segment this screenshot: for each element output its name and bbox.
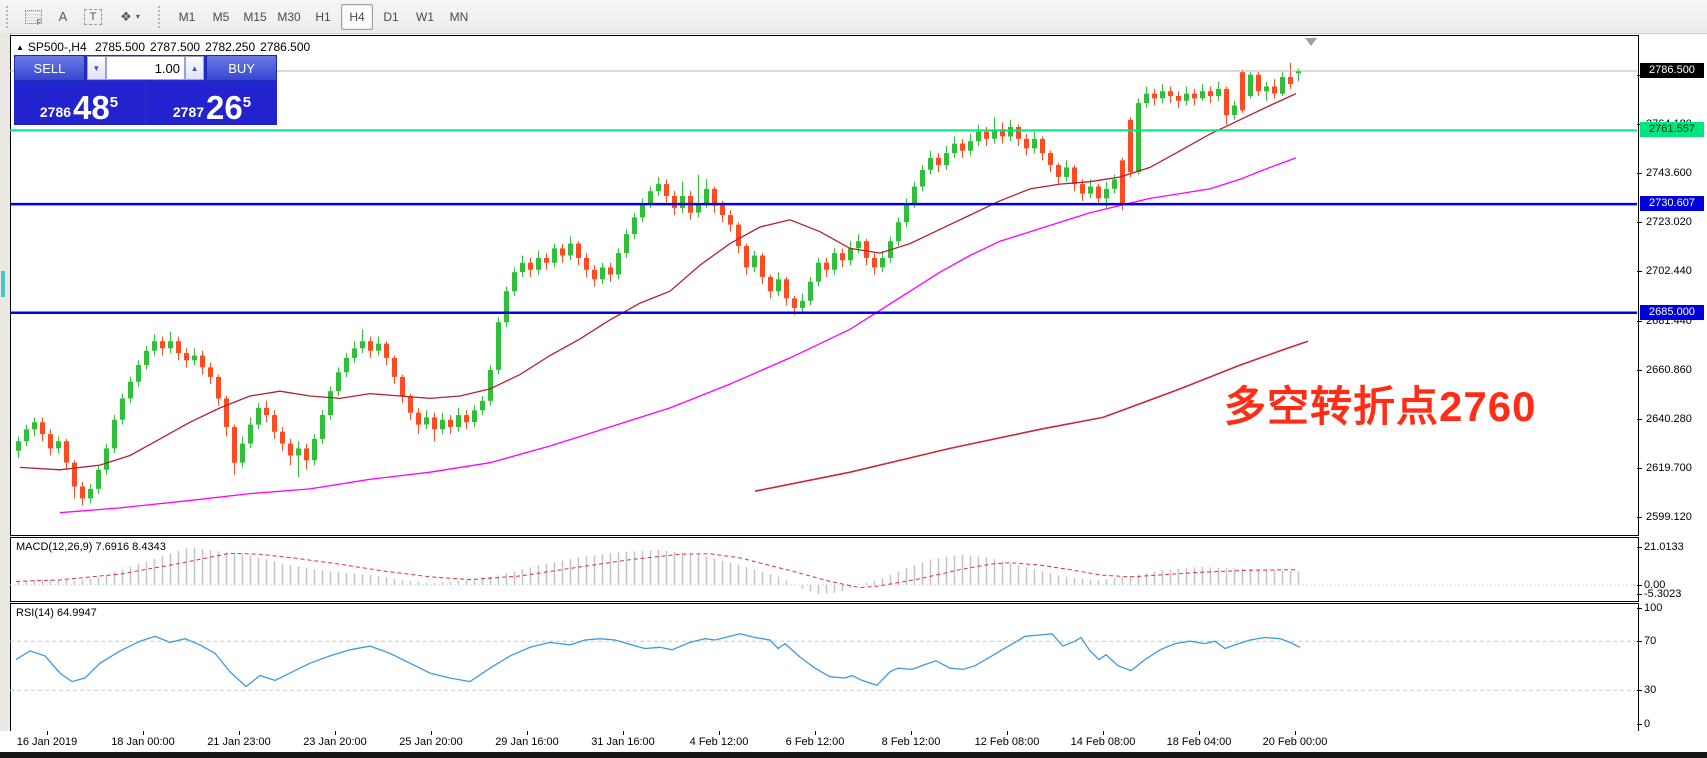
time-axis-label: 23 Jan 20:00 — [303, 736, 367, 748]
price-axis-label: 2784.760 — [1646, 69, 1692, 81]
sell-button[interactable]: SELL — [14, 55, 85, 81]
price-axis-label: 2619.700 — [1646, 462, 1692, 474]
price-badge: 2786.500 — [1640, 63, 1704, 78]
sell-price-big: 48 — [73, 94, 110, 122]
dock-mark — [1, 271, 5, 297]
symbol-triangle-icon: ▲ — [16, 43, 24, 52]
time-axis-label: 12 Feb 08:00 — [975, 736, 1040, 748]
macd-axis-label: -5.3023 — [1644, 588, 1681, 600]
ohlc-open: 2785.500 — [95, 40, 145, 54]
text-label-icon[interactable]: A — [50, 4, 76, 30]
price-badge: 2730.607 — [1640, 196, 1704, 211]
buy-price-big: 26 — [206, 94, 243, 122]
rsi-axis-label: 100 — [1644, 602, 1662, 614]
time-axis-label: 29 Jan 16:00 — [495, 736, 559, 748]
ohlc-high: 2787.500 — [150, 40, 200, 54]
chart-title: ▲ SP500-,H4 2785.500 2787.500 2782.250 2786.… — [16, 40, 315, 54]
macd-canvas[interactable] — [10, 537, 1637, 600]
rsi-axis-label: 30 — [1644, 684, 1656, 696]
time-axis-tick — [623, 731, 624, 735]
buy-price-prefix: 2787 — [173, 105, 204, 122]
price-axis-label: 2702.440 — [1646, 265, 1692, 277]
time-axis-label: 25 Jan 20:00 — [399, 736, 463, 748]
sell-price-prefix: 2786 — [40, 105, 71, 122]
timeframe-group: M1M5M15M30H1H4D1W1MN — [170, 4, 476, 30]
time-axis-tick — [815, 731, 816, 735]
time-axis-tick — [335, 731, 336, 735]
buy-price-sup: 5 — [243, 95, 251, 110]
tab-timeframe-M30[interactable]: M30 — [273, 4, 305, 30]
text-box-icon[interactable]: T — [80, 4, 106, 30]
time-axis-tick — [1199, 731, 1200, 735]
time-axis-label: 18 Jan 00:00 — [111, 736, 175, 748]
price-axis-label: 2743.600 — [1646, 167, 1692, 179]
tab-timeframe-MN[interactable]: MN — [443, 4, 475, 30]
time-axis-tick — [1295, 731, 1296, 735]
mt4-window: F A T ❖▾ M1M5M15M30H1H4D1W1MN ▲ SP500-,H4… — [0, 0, 1707, 758]
time-axis-tick — [47, 731, 48, 735]
rsi-canvas[interactable] — [10, 603, 1637, 731]
buy-price-display[interactable]: 2787265 — [147, 83, 277, 125]
tab-timeframe-M5[interactable]: M5 — [205, 4, 237, 30]
time-axis-tick — [143, 731, 144, 735]
tab-timeframe-H4[interactable]: H4 — [341, 4, 373, 30]
time-axis-label: 4 Feb 12:00 — [690, 736, 749, 748]
time-axis-label: 18 Feb 04:00 — [1167, 736, 1232, 748]
price-axis-label: 2599.120 — [1646, 511, 1692, 523]
time-axis-tick — [1007, 731, 1008, 735]
tab-timeframe-M15[interactable]: M15 — [239, 4, 271, 30]
ohlc-low: 2782.250 — [205, 40, 255, 54]
one-click-trading-panel: SELL ▼ ▲ BUY 2786485 2787265 — [14, 55, 277, 125]
sell-price-sup: 5 — [110, 95, 118, 110]
chevron-down-icon: ▾ — [136, 12, 140, 21]
price-badge: 2685.000 — [1640, 305, 1704, 320]
bottom-bar — [0, 752, 1707, 758]
time-axis-label: 6 Feb 12:00 — [786, 736, 845, 748]
time-axis-label: 31 Jan 16:00 — [591, 736, 655, 748]
time-axis-tick — [431, 731, 432, 735]
price-axis-label: 2640.280 — [1646, 413, 1692, 425]
price-badge: 2761.557 — [1640, 122, 1704, 137]
cursor-style-icon[interactable]: ❖▾ — [110, 4, 150, 30]
time-axis-tick — [527, 731, 528, 735]
macd-values: 7.6916 8.4343 — [95, 541, 165, 553]
rsi-label: RSI(14) 64.9947 — [16, 607, 97, 619]
volume-increase-button[interactable]: ▲ — [185, 56, 204, 80]
price-axis-label: 2764.180 — [1646, 118, 1692, 130]
toolbar-grip-2[interactable] — [158, 6, 165, 28]
price-axis-label: 2660.860 — [1646, 364, 1692, 376]
time-axis-tick — [1103, 731, 1104, 735]
time-axis-tick — [719, 731, 720, 735]
tab-timeframe-W1[interactable]: W1 — [409, 4, 441, 30]
volume-input[interactable] — [106, 56, 185, 80]
time-axis-label: 20 Feb 00:00 — [1263, 736, 1328, 748]
ohlc-close: 2786.500 — [260, 40, 310, 54]
rsi-value: 64.9947 — [57, 607, 97, 619]
buy-button[interactable]: BUY — [206, 55, 277, 81]
indicator-window-icon[interactable]: F — [20, 4, 46, 30]
time-axis-label: 14 Feb 08:00 — [1071, 736, 1136, 748]
time-axis-label: 8 Feb 12:00 — [882, 736, 941, 748]
volume-decrease-button[interactable]: ▼ — [87, 56, 106, 80]
time-axis-tick — [239, 731, 240, 735]
tab-timeframe-M1[interactable]: M1 — [171, 4, 203, 30]
macd-axis-label: 0.00 — [1644, 579, 1665, 591]
price-axis-label: 2681.440 — [1646, 315, 1692, 327]
rsi-axis-label: 0 — [1644, 718, 1650, 730]
time-axis-tick — [911, 731, 912, 735]
time-axis-label: 16 Jan 2019 — [17, 736, 78, 748]
tab-timeframe-H1[interactable]: H1 — [307, 4, 339, 30]
time-axis-label: 21 Jan 23:00 — [207, 736, 271, 748]
time-axis[interactable]: 16 Jan 2019 18 Jan 00:00 21 Jan 23:00 23 Ja… — [0, 731, 1707, 752]
tab-timeframe-D1[interactable]: D1 — [375, 4, 407, 30]
toolbar: F A T ❖▾ M1M5M15M30H1H4D1W1MN — [0, 0, 1707, 34]
rsi-axis-label: 70 — [1644, 635, 1656, 647]
chart-annotation-text: 多空转折点2760 — [1224, 386, 1536, 428]
sell-price-display[interactable]: 2786485 — [14, 83, 144, 125]
macd-axis-label: 21.0133 — [1644, 541, 1684, 553]
macd-label: MACD(12,26,9) 7.6916 8.4343 — [16, 541, 166, 553]
price-axis-label: 2723.020 — [1646, 216, 1692, 228]
toolbar-grip[interactable] — [6, 6, 13, 28]
symbol-name: SP500-,H4 — [28, 40, 87, 54]
